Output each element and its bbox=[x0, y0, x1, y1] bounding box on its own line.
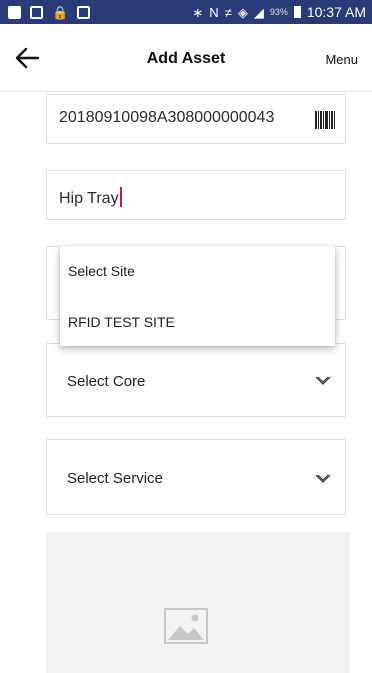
signal-icon: ◢ bbox=[253, 4, 264, 20]
core-select-label: Select Core bbox=[67, 373, 146, 390]
bluetooth-icon: ∗ bbox=[192, 4, 204, 20]
dropdown-option-select-site[interactable]: Select Site bbox=[68, 263, 135, 279]
asset-name-field[interactable]: Hip Tray bbox=[46, 170, 346, 220]
chevron-down-icon bbox=[315, 376, 331, 385]
service-select[interactable]: Select Service bbox=[46, 439, 346, 515]
barcode-icon[interactable] bbox=[315, 111, 335, 129]
asset-id-value: 20180910098A308000000043 bbox=[59, 109, 275, 126]
menu-button[interactable]: Menu bbox=[325, 52, 358, 67]
asset-name-value: Hip Tray bbox=[59, 190, 119, 207]
text-cursor bbox=[119, 187, 122, 207]
core-select[interactable]: Select Core bbox=[46, 343, 346, 417]
battery-percent: 93% bbox=[269, 7, 288, 17]
page-title: Add Asset bbox=[146, 50, 226, 67]
battery-icon bbox=[293, 6, 301, 18]
image-notification-icon bbox=[30, 5, 43, 19]
image-placeholder[interactable] bbox=[46, 532, 350, 673]
close-box-icon bbox=[77, 5, 91, 19]
service-select-label: Select Service bbox=[67, 470, 163, 487]
asset-id-field[interactable]: 20180910098A308000000043 bbox=[46, 94, 346, 144]
site-dropdown-menu: Select Site RFID TEST SITE bbox=[60, 246, 335, 346]
image-icon bbox=[164, 608, 208, 644]
notification-icon bbox=[8, 5, 21, 19]
status-bar: 🔒 ∗ N ≠ ◈ ◢ 93% 10:37 AM bbox=[0, 0, 372, 24]
chevron-down-icon bbox=[315, 474, 331, 483]
wifi-icon: ◈ bbox=[237, 4, 248, 20]
dropdown-option-rfid-test-site[interactable]: RFID TEST SITE bbox=[68, 314, 175, 330]
mute-icon: ≠ bbox=[224, 4, 232, 20]
lock-icon: 🔒 bbox=[52, 4, 69, 20]
clock: 10:37 AM bbox=[306, 4, 366, 20]
asset-name-wrap: Hip Tray bbox=[59, 187, 122, 208]
nfc-icon: N bbox=[209, 4, 219, 20]
app-header: Add Asset Menu bbox=[0, 24, 372, 92]
